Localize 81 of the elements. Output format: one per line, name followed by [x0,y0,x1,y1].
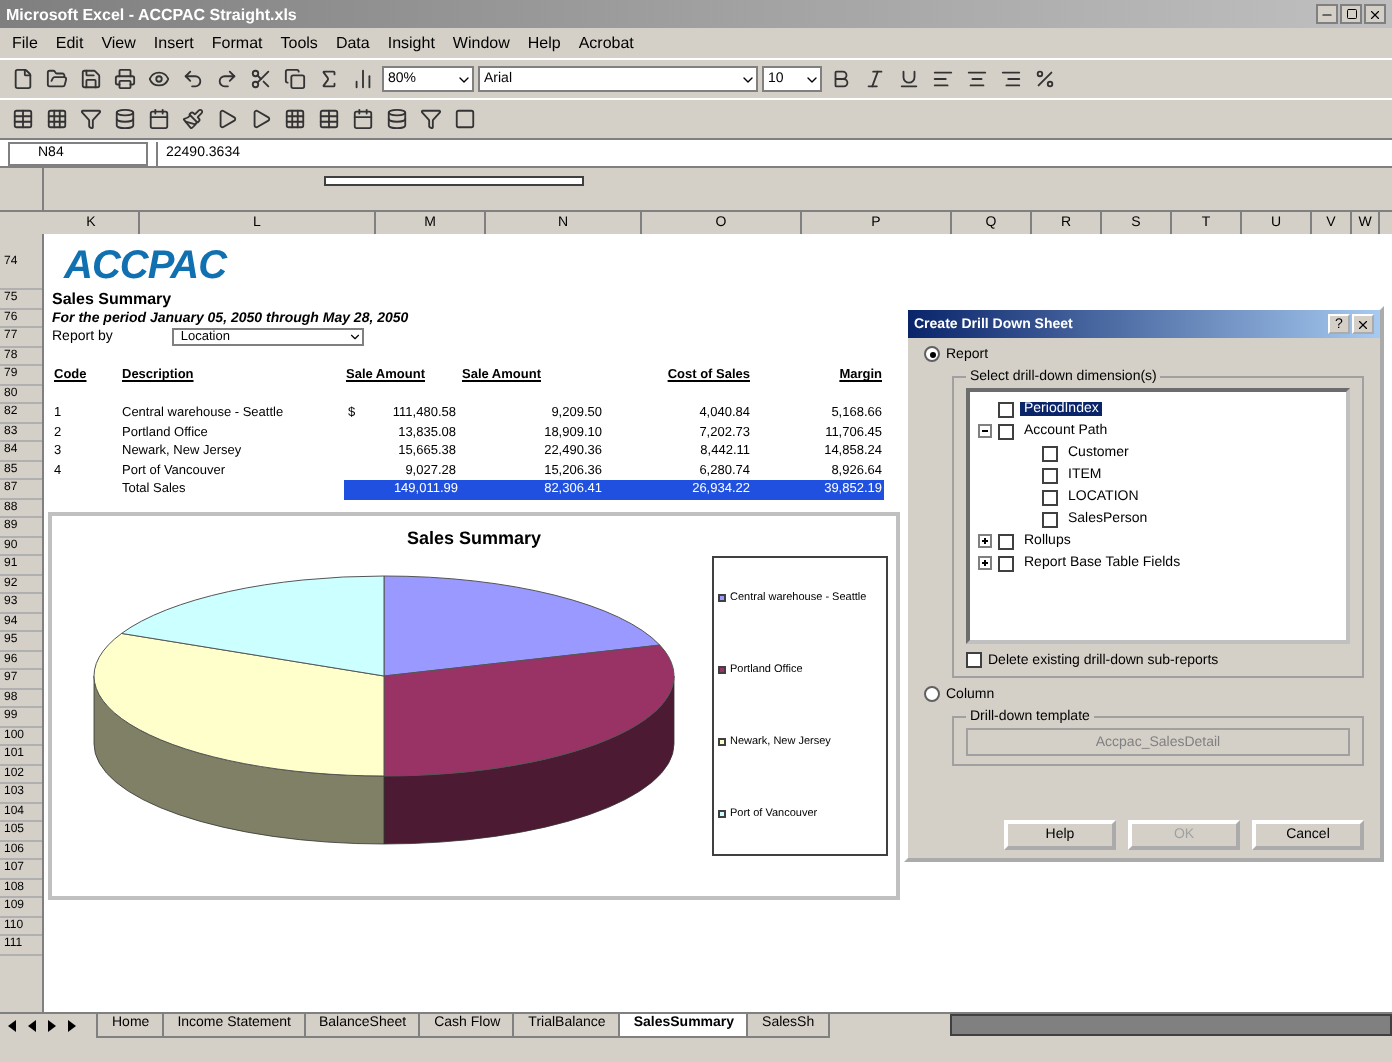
menu-item[interactable]: Help [527,34,561,52]
checkbox[interactable] [1042,489,1058,505]
format-icon [966,68,988,90]
toolbar-icon [216,68,238,90]
format-icon [1000,68,1022,90]
expand-icon[interactable] [978,534,992,548]
toolbar-icon [284,108,306,130]
toolbar-icon [386,108,408,130]
maximize-button[interactable] [1340,4,1362,24]
toolbar-button[interactable] [314,104,344,134]
caret-icon [348,330,363,345]
close-icon [1368,7,1382,21]
menu-item[interactable]: Edit [55,34,84,52]
toolbar-icon [80,108,102,130]
toolbar-button[interactable] [280,104,310,134]
menu-item[interactable]: View [101,34,136,52]
checkbox[interactable] [1042,445,1058,461]
toolbar-icon [114,108,136,130]
checkbox[interactable] [998,555,1014,571]
expand-icon[interactable] [978,556,992,570]
toolbar-icon [352,108,374,130]
report-title: Sales Summary [52,290,172,309]
toolbar-button[interactable] [348,104,378,134]
close-icon [1356,317,1370,331]
menu-item[interactable]: Insight [387,34,435,52]
format-icon [864,68,886,90]
toolbar-icon [12,68,34,90]
toolbar-icon [182,68,204,90]
format-icon [1034,68,1056,90]
toolbar-button[interactable] [110,104,140,134]
toolbar-icon [420,108,442,130]
menu-item[interactable]: Data [335,34,370,52]
toolbar-icon [454,108,476,130]
toolbar-button[interactable] [8,104,38,134]
toolbar-button[interactable] [76,64,106,94]
toolbar-icon [318,108,340,130]
minimize-button[interactable] [1316,4,1338,24]
toolbar-icon [46,68,68,90]
toolbar-icon [80,68,102,90]
toolbar-icon [182,108,204,130]
toolbar-button[interactable] [110,64,140,94]
menu-item[interactable]: Window [452,34,510,52]
toolbar-icon [318,68,340,90]
toolbar-button[interactable] [416,104,446,134]
close-button[interactable] [1364,4,1386,24]
menu-item[interactable]: Acrobat [578,34,634,52]
toolbar-icon [250,68,272,90]
checkbox[interactable] [1042,511,1058,527]
toolbar-icon [284,68,306,90]
format-icon [898,68,920,90]
toolbar-icon [148,68,170,90]
checkbox[interactable] [998,533,1014,549]
toolbar-icon [352,68,374,90]
toolbar-icon [148,108,170,130]
checkbox[interactable] [1042,467,1058,483]
toolbar-icon [250,108,272,130]
checkbox[interactable] [998,401,1014,417]
format-icon [932,68,954,90]
toolbar-button[interactable] [178,104,208,134]
toolbar-button[interactable] [42,104,72,134]
menu-item[interactable]: File [12,34,38,52]
menu-item[interactable]: Format [211,34,263,52]
maximize-icon [1345,8,1357,20]
chart-title: Sales Summary [406,527,542,547]
toolbar-button[interactable] [76,104,106,134]
format-icon [830,68,852,90]
toolbar-button[interactable] [450,104,480,134]
window-title: Microsoft Excel - ACCPAC Straight.xls [6,5,297,23]
menu-item[interactable]: Insert [153,34,194,52]
toolbar-button[interactable] [280,64,310,94]
toolbar-icon [12,108,34,130]
toolbar-button[interactable] [382,104,412,134]
logo: ACCPAC [61,242,230,290]
toolbar-icon [216,108,238,130]
horizontal-scrollbar[interactable] [950,1014,1392,1036]
checkbox[interactable] [998,423,1014,439]
menu-item[interactable]: Tools [280,34,318,52]
toolbar-button[interactable] [144,104,174,134]
toolbar-icon [46,108,68,130]
collapse-icon[interactable] [978,424,992,438]
toolbar-icon [114,68,136,90]
